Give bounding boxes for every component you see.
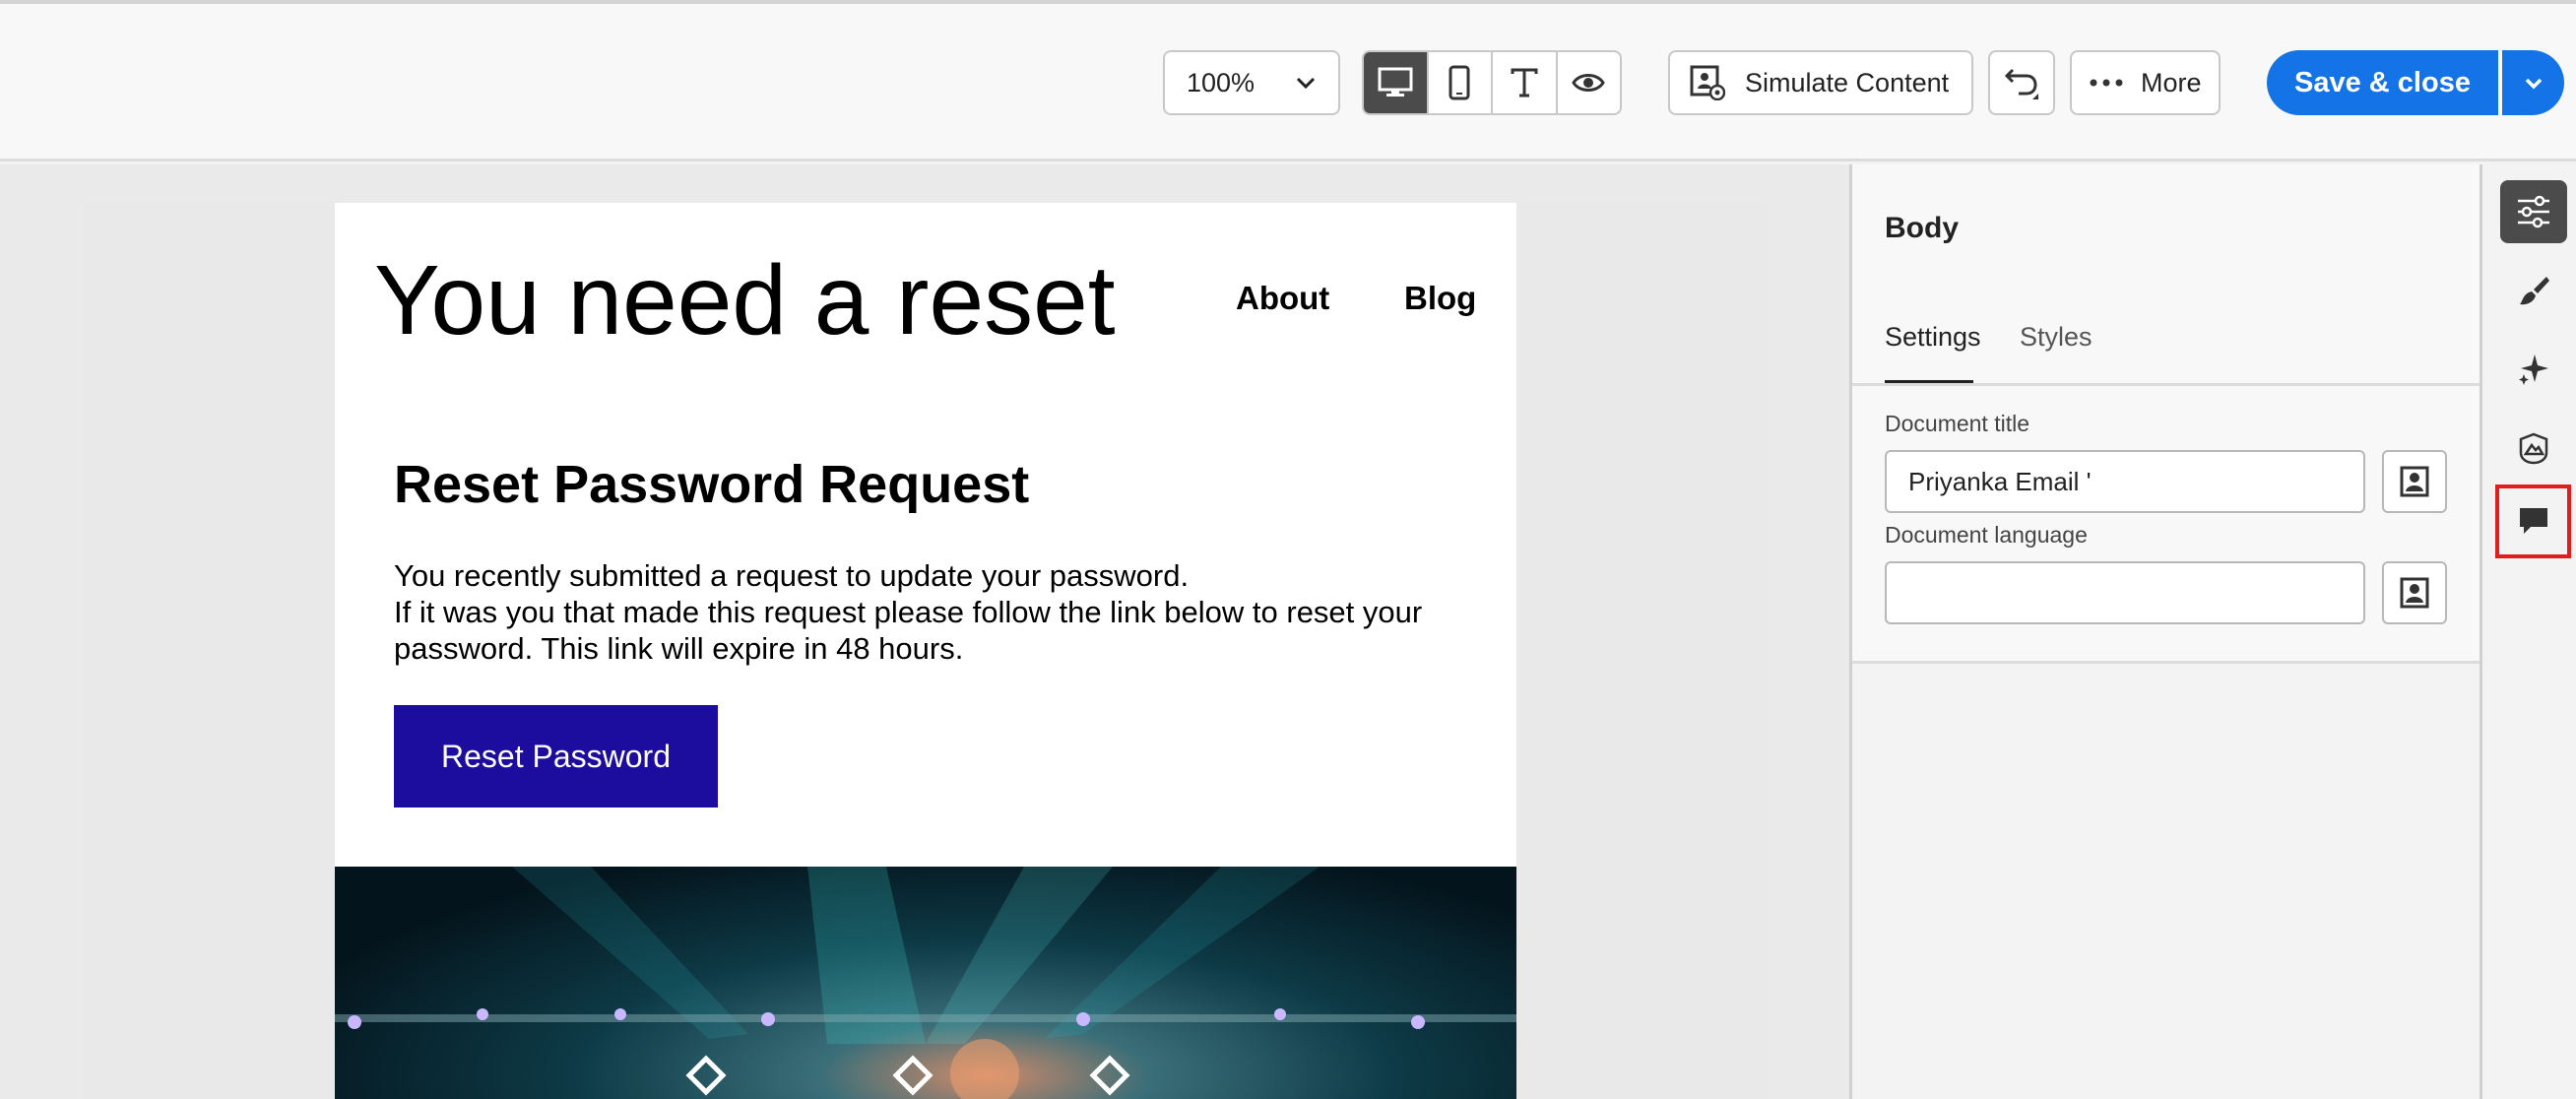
image-asset-icon [2519,432,2548,465]
view-mode-group [1362,50,1622,115]
personalization-icon [2400,577,2429,609]
mobile-icon [1449,65,1470,100]
body-line-1: You recently submitted a request to upda… [394,558,1190,593]
nav-link-blog[interactable]: Blog [1404,280,1476,317]
zoom-select[interactable]: 100% [1163,50,1340,115]
zoom-value: 100% [1187,67,1256,97]
tab-divider [1852,383,2482,386]
tab-styles[interactable]: Styles [2020,322,2093,353]
tab-settings[interactable]: Settings [1885,322,1981,353]
undo-button[interactable] [1988,50,2055,115]
editor-toolbar: 100% Simulate Content More Save & close [0,4,2576,162]
document-language-personalize-button[interactable] [2382,561,2447,624]
panel-title: Body [1885,212,1959,244]
simulate-icon [1690,65,1725,100]
save-options-dropdown[interactable] [2502,50,2564,115]
mobile-view-button[interactable] [1429,52,1493,113]
email-title[interactable]: You need a reset [374,244,1116,357]
document-title-personalize-button[interactable] [2382,450,2447,513]
desktop-view-button[interactable] [1364,52,1429,113]
email-heading[interactable]: Reset Password Request [394,454,1029,515]
more-label: More [2141,67,2202,97]
chevron-down-icon [2525,78,2542,90]
document-language-input[interactable] [1885,561,2365,624]
settings-sliders-icon [2518,195,2549,228]
preview-button[interactable] [1558,52,1621,113]
concert-hero-image[interactable] [335,867,1516,1099]
personalization-icon [2400,466,2429,497]
rail-assets-button[interactable] [2500,417,2567,480]
eye-icon [1572,74,1606,92]
email-body-text[interactable]: You recently submitted a request to upda… [394,557,1477,667]
brush-icon [2520,277,2549,305]
more-icon [2090,79,2123,87]
document-title-input[interactable]: Priyanka Email ' [1885,450,2365,513]
simulate-content-button[interactable]: Simulate Content [1668,50,1973,115]
comments-highlight-box [2495,485,2571,558]
simulate-content-label: Simulate Content [1745,67,1950,97]
right-icon-rail [2479,164,2576,1099]
save-close-label: Save & close [2294,66,2471,98]
document-title-label: Document title [1885,411,2030,436]
chevron-down-icon [1296,77,1316,90]
rail-ai-button[interactable] [2500,338,2567,401]
text-view-button[interactable] [1493,52,1558,113]
reset-password-button[interactable]: Reset Password [394,705,718,808]
sparkle-icon [2519,355,2548,385]
rail-styles-button[interactable] [2500,259,2567,322]
more-button[interactable]: More [2070,50,2221,115]
email-preview[interactable]: You need a reset About Blog Reset Passwo… [335,203,1516,1099]
desktop-icon [1378,67,1413,97]
nav-link-about[interactable]: About [1236,280,1329,317]
properties-panel: Body Settings Styles Document title Priy… [1849,164,2482,1099]
undo-icon [2004,68,2038,99]
save-close-button[interactable]: Save & close [2267,50,2498,115]
rail-settings-button[interactable] [2500,180,2567,243]
text-icon [1511,68,1538,97]
concert-lights-graphic [335,867,1516,1099]
document-language-label: Document language [1885,522,2088,548]
body-line-2: If it was you that made this request ple… [394,595,1423,666]
properties-panel-content: Body Settings Styles Document title Priy… [1852,164,2482,664]
